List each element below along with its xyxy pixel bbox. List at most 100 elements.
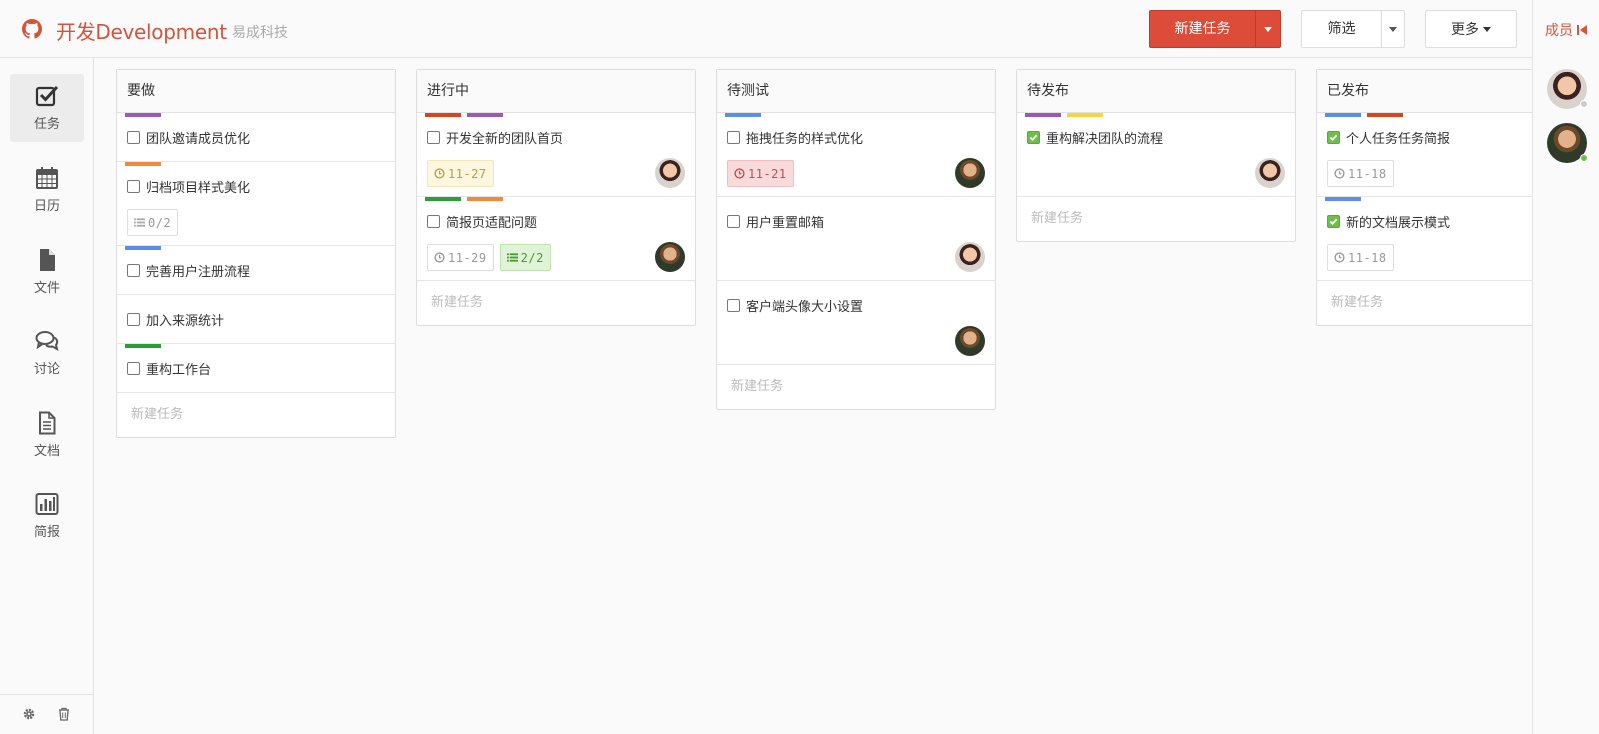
nav-label: 任务 bbox=[33, 117, 60, 132]
task-title[interactable]: 个人任务任务简报 bbox=[1346, 128, 1450, 147]
nav-label: 日历 bbox=[33, 199, 60, 214]
task-card[interactable]: 加入来源统计 bbox=[117, 295, 395, 344]
task-checkbox[interactable] bbox=[127, 264, 140, 277]
task-checkbox[interactable] bbox=[727, 215, 740, 228]
task-title-row: 简报页适配问题 bbox=[417, 197, 695, 231]
task-card[interactable]: 简报页适配问题 11-29 2/2 bbox=[417, 197, 695, 281]
task-checkbox[interactable] bbox=[127, 313, 140, 326]
task-checkbox[interactable] bbox=[127, 131, 140, 144]
task-title[interactable]: 重构解决团队的流程 bbox=[1046, 128, 1163, 147]
task-title[interactable]: 拖拽任务的样式优化 bbox=[746, 128, 863, 147]
task-card[interactable]: 团队邀请成员优化 bbox=[117, 113, 395, 162]
board-column: 待发布重构解决团队的流程新建任务 bbox=[1016, 69, 1296, 242]
assignee-avatar[interactable] bbox=[955, 326, 985, 356]
nav-item-tasks[interactable]: 任务 bbox=[10, 74, 84, 142]
caret-down-icon bbox=[1483, 26, 1491, 32]
task-card[interactable]: 重构工作台 bbox=[117, 344, 395, 393]
task-checkbox[interactable] bbox=[1327, 131, 1340, 144]
task-card[interactable]: 用户重置邮箱 bbox=[717, 197, 995, 281]
new-task-dropdown-toggle[interactable] bbox=[1255, 11, 1280, 47]
trash-icon[interactable] bbox=[57, 707, 71, 721]
checklist-badge: 0/2 bbox=[127, 209, 179, 236]
task-card[interactable]: 个人任务任务简报 11-18 bbox=[1317, 113, 1532, 197]
task-card[interactable]: 新的文档展示模式 11-18 bbox=[1317, 197, 1532, 281]
column-title[interactable]: 待测试 bbox=[717, 70, 995, 113]
task-title[interactable]: 完善用户注册流程 bbox=[146, 261, 250, 280]
task-checkbox[interactable] bbox=[1027, 131, 1040, 144]
task-title[interactable]: 简报页适配问题 bbox=[446, 212, 537, 231]
task-tags bbox=[1325, 113, 1403, 117]
assignee-avatar[interactable] bbox=[655, 158, 685, 188]
task-tags bbox=[125, 344, 161, 348]
assignee-avatar[interactable] bbox=[655, 242, 685, 272]
task-title[interactable]: 用户重置邮箱 bbox=[746, 212, 824, 231]
filter-button[interactable]: 筛选 bbox=[1302, 11, 1381, 47]
board-column: 要做团队邀请成员优化 归档项目样式美化 0/2 完善用户注册流程 加入来源统计 重构工作台… bbox=[116, 69, 396, 438]
column-title[interactable]: 已发布 bbox=[1317, 70, 1532, 113]
member-avatar[interactable] bbox=[1547, 123, 1588, 163]
due-date: 11-27 bbox=[448, 166, 487, 181]
task-card[interactable]: 完善用户注册流程 bbox=[117, 246, 395, 295]
task-tags bbox=[125, 113, 161, 117]
more-button[interactable]: 更多 bbox=[1425, 10, 1517, 48]
task-card[interactable]: 拖拽任务的样式优化 11-21 bbox=[717, 113, 995, 197]
task-checkbox[interactable] bbox=[127, 362, 140, 375]
checklist-progress: 2/2 bbox=[520, 250, 544, 265]
task-title[interactable]: 新的文档展示模式 bbox=[1346, 212, 1450, 231]
filter-dropdown-toggle[interactable] bbox=[1381, 11, 1404, 47]
task-card[interactable]: 归档项目样式美化 0/2 bbox=[117, 162, 395, 246]
caret-down-icon bbox=[1264, 26, 1272, 32]
nav-item-reports[interactable]: 简报 bbox=[10, 482, 84, 550]
nav-item-docs[interactable]: 文档 bbox=[10, 401, 84, 469]
bar-chart-icon bbox=[35, 493, 59, 515]
nav-label: 文档 bbox=[33, 444, 60, 459]
assignee-avatar[interactable] bbox=[1255, 158, 1285, 188]
presence-dot bbox=[1580, 100, 1588, 108]
task-checkbox[interactable] bbox=[727, 299, 740, 312]
task-card[interactable]: 重构解决团队的流程 bbox=[1017, 113, 1295, 197]
task-checkbox[interactable] bbox=[1327, 215, 1340, 228]
task-checkbox[interactable] bbox=[427, 215, 440, 228]
collapse-panel-icon bbox=[1577, 25, 1587, 35]
task-badges: 0/2 bbox=[127, 209, 179, 236]
new-task-link[interactable]: 新建任务 bbox=[1317, 281, 1532, 325]
nav-item-files[interactable]: 文件 bbox=[10, 238, 84, 306]
task-checkbox[interactable] bbox=[127, 180, 140, 193]
github-icon[interactable] bbox=[22, 19, 42, 39]
task-card[interactable]: 客户端头像大小设置 bbox=[717, 281, 995, 365]
new-task-link[interactable]: 新建任务 bbox=[117, 393, 395, 437]
clock-icon bbox=[1334, 252, 1345, 263]
tag-color-bar bbox=[125, 162, 161, 166]
task-checkbox[interactable] bbox=[427, 131, 440, 144]
new-task-link[interactable]: 新建任务 bbox=[1017, 197, 1295, 241]
members-toggle[interactable]: 成员 bbox=[1545, 20, 1588, 40]
task-badges: 11-21 bbox=[727, 160, 794, 187]
task-title[interactable]: 客户端头像大小设置 bbox=[746, 296, 863, 315]
top-bar: 开发Development 易成科技 新建任务 筛选 更多 bbox=[0, 0, 1599, 58]
column-title[interactable]: 待发布 bbox=[1017, 70, 1295, 113]
gear-icon[interactable] bbox=[22, 707, 36, 721]
assignee-avatar[interactable] bbox=[955, 242, 985, 272]
task-title[interactable]: 团队邀请成员优化 bbox=[146, 128, 250, 147]
column-title[interactable]: 要做 bbox=[117, 70, 395, 113]
new-task-link[interactable]: 新建任务 bbox=[717, 365, 995, 409]
task-card[interactable]: 开发全新的团队首页 11-27 bbox=[417, 113, 695, 197]
assignee-avatar[interactable] bbox=[955, 158, 985, 188]
clock-icon bbox=[734, 168, 745, 179]
task-title[interactable]: 重构工作台 bbox=[146, 359, 211, 378]
task-title[interactable]: 开发全新的团队首页 bbox=[446, 128, 563, 147]
new-task-button[interactable]: 新建任务 bbox=[1150, 11, 1255, 47]
task-checkbox[interactable] bbox=[727, 131, 740, 144]
task-title-row: 开发全新的团队首页 bbox=[417, 113, 695, 147]
member-avatar[interactable] bbox=[1547, 69, 1588, 109]
nav-item-calendar[interactable]: 日历 bbox=[10, 156, 84, 224]
new-task-link[interactable]: 新建任务 bbox=[417, 281, 695, 325]
column-title[interactable]: 进行中 bbox=[417, 70, 695, 113]
nav-item-discussions[interactable]: 讨论 bbox=[10, 319, 84, 387]
task-title[interactable]: 加入来源统计 bbox=[146, 310, 224, 329]
task-title[interactable]: 归档项目样式美化 bbox=[146, 177, 250, 196]
organization-name[interactable]: 易成科技 bbox=[232, 22, 288, 42]
due-date: 11-21 bbox=[748, 166, 787, 181]
task-tags bbox=[125, 246, 161, 250]
project-title[interactable]: 开发Development bbox=[56, 16, 227, 45]
